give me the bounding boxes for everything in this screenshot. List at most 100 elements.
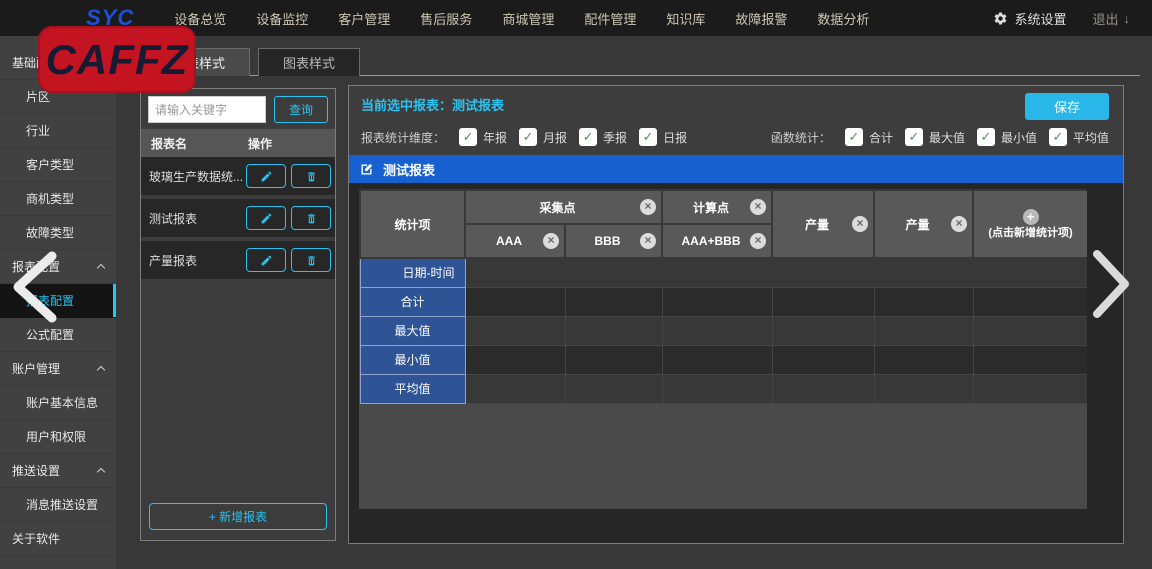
table-row: 最大值 xyxy=(360,316,1087,345)
sidebar-item[interactable]: 账户管理 xyxy=(0,352,116,386)
add-report-button[interactable]: + 新增报表 xyxy=(149,503,327,530)
search-row: 查询 xyxy=(148,96,328,123)
report-editor-panel: 当前选中报表：测试报表 保存 报表统计维度： ✓年报✓月报✓季报✓日报 函数统计… xyxy=(348,85,1124,544)
table-cell xyxy=(662,374,772,403)
remove-column-icon[interactable]: × xyxy=(640,233,656,249)
add-column-header[interactable]: +(点击新增统计项) xyxy=(973,190,1087,258)
sidebar-item[interactable]: 账户基本信息 xyxy=(0,386,116,420)
table-cell xyxy=(772,374,874,403)
nav-item[interactable]: 设备总览 xyxy=(174,9,226,28)
table-cell xyxy=(973,316,1087,345)
checkbox-checked-icon: ✓ xyxy=(1049,128,1067,146)
sidebar-item[interactable]: 用户和权限 xyxy=(0,420,116,454)
function-checkbox-group: 函数统计： ✓合计✓最大值✓最小值✓平均值 xyxy=(771,128,1109,146)
edit-report-button[interactable] xyxy=(246,206,286,230)
table-cell xyxy=(565,345,662,374)
sidebar-item[interactable]: 推送设置 xyxy=(0,454,116,488)
nav-item[interactable]: 设备监控 xyxy=(256,9,308,28)
nav-item[interactable]: 售后服务 xyxy=(420,9,472,28)
remove-column-icon[interactable]: × xyxy=(750,199,766,215)
search-button[interactable]: 查询 xyxy=(274,96,328,123)
checkbox-option[interactable]: ✓最大值 xyxy=(905,128,965,146)
column-header-name: 报表名 xyxy=(141,135,248,152)
sidebar-item[interactable]: 行业 xyxy=(0,114,116,148)
report-row[interactable]: 产量报表 xyxy=(141,241,335,283)
checkbox-option[interactable]: ✓年报 xyxy=(459,128,507,146)
remove-column-icon[interactable]: × xyxy=(543,233,559,249)
delete-report-button[interactable] xyxy=(291,164,331,188)
checkbox-option[interactable]: ✓日报 xyxy=(639,128,687,146)
row-label: 平均值 xyxy=(360,374,465,403)
report-row[interactable]: 测试报表 xyxy=(141,199,335,241)
delete-report-button[interactable] xyxy=(291,206,331,230)
table-row: 日期-时间 xyxy=(360,258,1087,287)
report-name: 玻璃生产数据统... xyxy=(141,168,246,185)
table-title-bar: 测试报表 xyxy=(349,155,1123,183)
nav-menu: 设备总览 设备监控 客户管理 售后服务 商城管理 配件管理 知识库 故障报警 数据分析 xyxy=(174,9,869,28)
add-column-icon[interactable]: + xyxy=(1023,209,1039,225)
tab-inactive[interactable]: 图表样式 xyxy=(258,48,360,76)
table-cell xyxy=(565,287,662,316)
search-input[interactable] xyxy=(148,96,266,123)
app-window: SYC 设备总览设备监控客户管理售后服务商城管理配件管理知识库故障报警数据分析 … xyxy=(0,0,1152,569)
checkbox-checked-icon: ✓ xyxy=(519,128,537,146)
column-header-actions: 操作 xyxy=(248,135,272,152)
sidebar-item[interactable]: 关于软件 xyxy=(0,522,116,556)
report-grid: 统计项采集点×计算点×产量×产量×+(点击新增统计项)AAA×BBB×AAA+B… xyxy=(359,189,1087,404)
checkbox-option[interactable]: ✓平均值 xyxy=(1049,128,1109,146)
checkbox-option[interactable]: ✓月报 xyxy=(519,128,567,146)
remove-column-icon[interactable]: × xyxy=(852,216,868,232)
edit-report-button[interactable] xyxy=(246,164,286,188)
checkbox-option[interactable]: ✓最小值 xyxy=(977,128,1037,146)
table-cell xyxy=(772,287,874,316)
sidebar-item[interactable]: 客户类型 xyxy=(0,148,116,182)
edit-icon xyxy=(359,162,374,177)
sidebar-item[interactable]: 故障类型 xyxy=(0,216,116,250)
nav-item[interactable]: 故障报警 xyxy=(735,9,787,28)
table-row: 平均值 xyxy=(360,374,1087,403)
logout-label: 退出 xyxy=(1092,9,1118,28)
checkbox-option[interactable]: ✓合计 xyxy=(845,128,893,146)
next-icon[interactable] xyxy=(1089,248,1133,320)
column-subheader: AAA× xyxy=(465,224,565,258)
checkbox-checked-icon: ✓ xyxy=(579,128,597,146)
table-cell xyxy=(465,316,565,345)
logout-button[interactable]: 退出 ↓ xyxy=(1092,9,1130,28)
table-zone: 统计项采集点×计算点×产量×产量×+(点击新增统计项)AAA×BBB×AAA+B… xyxy=(359,189,1087,509)
edit-report-button[interactable] xyxy=(246,248,286,272)
watermark: CAFFZ xyxy=(38,26,196,93)
nav-item[interactable]: 客户管理 xyxy=(338,9,390,28)
prev-icon[interactable] xyxy=(8,250,60,324)
remove-column-icon[interactable]: × xyxy=(951,216,967,232)
settings-button[interactable]: 系统设置 xyxy=(993,9,1066,28)
dimension-group-label: 报表统计维度： xyxy=(361,129,445,146)
row-label: 合计 xyxy=(360,287,465,316)
save-button[interactable]: 保存 xyxy=(1025,93,1109,120)
checkbox-checked-icon: ✓ xyxy=(977,128,995,146)
table-cell xyxy=(772,345,874,374)
table-cell xyxy=(874,374,973,403)
nav-item[interactable]: 配件管理 xyxy=(584,9,636,28)
nav-item[interactable]: 数据分析 xyxy=(817,9,869,28)
nav-item[interactable]: 知识库 xyxy=(666,9,705,28)
remove-column-icon[interactable]: × xyxy=(640,199,656,215)
remove-column-icon[interactable]: × xyxy=(750,233,766,249)
nav-item[interactable]: 商城管理 xyxy=(502,9,554,28)
sidebar-item[interactable]: 商机类型 xyxy=(0,182,116,216)
logout-arrow-icon: ↓ xyxy=(1124,11,1131,26)
row-label: 最小值 xyxy=(360,345,465,374)
checkbox-option[interactable]: ✓季报 xyxy=(579,128,627,146)
table-cell xyxy=(874,316,973,345)
selected-report-value: 测试报表 xyxy=(452,98,504,113)
table-container: 统计项采集点×计算点×产量×产量×+(点击新增统计项)AAA×BBB×AAA+B… xyxy=(349,183,1123,543)
row-label: 日期-时间 xyxy=(360,258,465,287)
gear-icon xyxy=(993,11,1008,26)
column-group-header: 采集点× xyxy=(465,190,662,224)
report-rows: 玻璃生产数据统... 测试报表产量报表 xyxy=(141,157,335,283)
collapse-icon xyxy=(97,366,105,374)
report-row[interactable]: 玻璃生产数据统... xyxy=(141,157,335,199)
table-cell xyxy=(565,374,662,403)
table-cell xyxy=(662,345,772,374)
delete-report-button[interactable] xyxy=(291,248,331,272)
sidebar-item[interactable]: 消息推送设置 xyxy=(0,488,116,522)
